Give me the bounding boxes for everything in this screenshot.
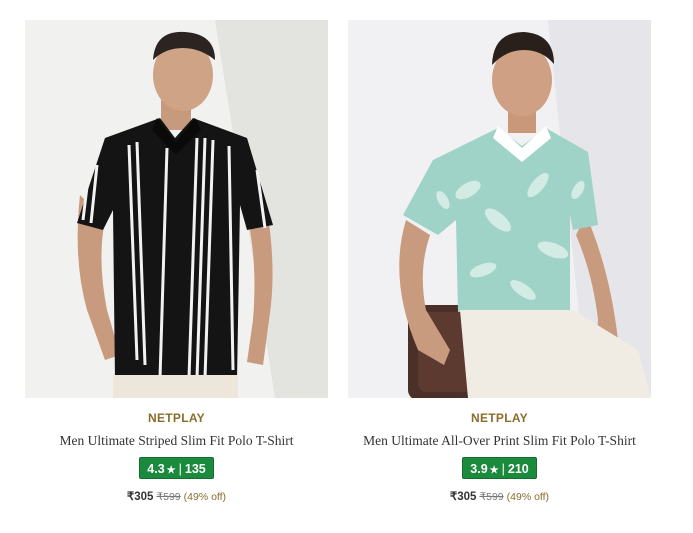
product-card[interactable]: NETPLAY Men Ultimate Striped Slim Fit Po… [25,20,328,505]
rating-badge: 4.3 ★ | 135 [139,457,214,479]
rating-separator: | [501,462,505,476]
rating-separator: | [178,462,182,476]
rating-count: 210 [507,462,529,476]
price-current: ₹305 [449,491,477,503]
striped-polo-photo-icon [25,20,328,398]
printed-polo-photo-icon [348,20,651,398]
product-image[interactable] [348,20,651,398]
rating-count: 135 [184,462,206,476]
price-row: ₹305 ₹599 (49% off) [348,489,651,505]
star-icon: ★ [489,465,499,476]
product-image[interactable] [25,20,328,398]
price-discount: (49% off) [506,491,550,503]
product-title[interactable]: Men Ultimate All-Over Print Slim Fit Pol… [348,432,651,450]
rating-value: 4.3 [147,462,165,476]
product-brand: NETPLAY [147,411,205,425]
product-title[interactable]: Men Ultimate Striped Slim Fit Polo T-Shi… [25,432,328,450]
star-icon: ★ [166,465,176,476]
price-mrp: ₹599 [479,491,504,503]
rating-value: 3.9 [470,462,488,476]
product-card[interactable]: NETPLAY Men Ultimate All-Over Print Slim… [348,20,651,505]
price-mrp: ₹599 [156,491,181,503]
price-discount: (49% off) [183,491,227,503]
product-grid: NETPLAY Men Ultimate Striped Slim Fit Po… [0,0,693,533]
rating-badge: 3.9 ★ | 210 [462,457,537,479]
product-brand: NETPLAY [470,411,528,425]
price-current: ₹305 [126,491,154,503]
price-row: ₹305 ₹599 (49% off) [25,489,328,505]
